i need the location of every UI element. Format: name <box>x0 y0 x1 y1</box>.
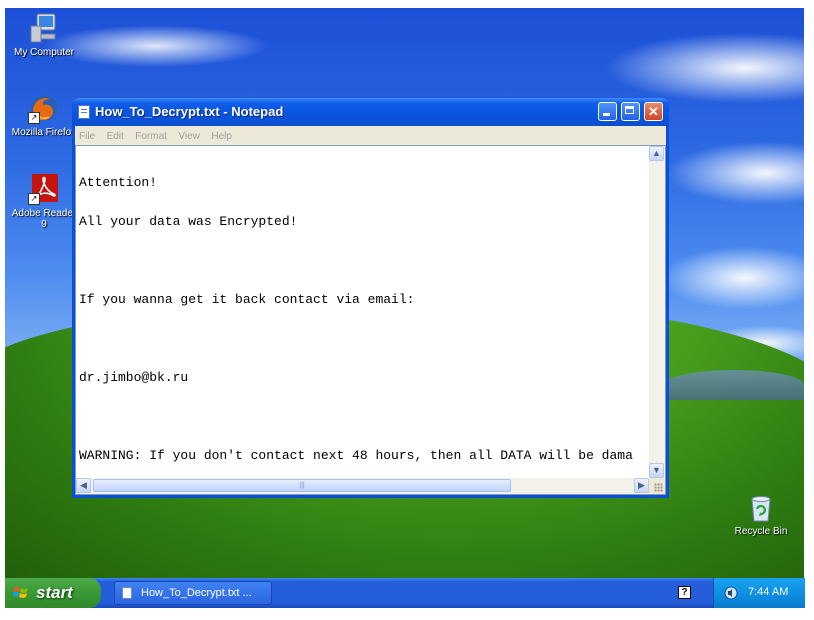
desktop-icon-adobe-reader[interactable]: ↗ Adobe Reader 9 <box>8 173 80 230</box>
text-line: WARNING: If you don't contact next 48 ho… <box>79 448 633 463</box>
chevron-right-icon: ▶ <box>638 480 645 490</box>
adobe-reader-icon: ↗ <box>28 173 60 205</box>
taskbar: start How_To_Decrypt.txt ... ? 7:44 AM <box>5 578 805 608</box>
desktop-icon-label: My Computer <box>13 47 74 58</box>
notepad-window[interactable]: How_To_Decrypt.txt - Notepad ✕ File Edit… <box>72 98 669 498</box>
chevron-up-icon: ▲ <box>652 148 661 158</box>
maximize-button[interactable] <box>621 102 640 121</box>
horizontal-scroll-thumb[interactable]: ||| <box>93 479 511 492</box>
scroll-down-button[interactable]: ▼ <box>649 463 664 478</box>
text-line: Attention! <box>79 175 158 190</box>
close-button[interactable]: ✕ <box>644 102 663 121</box>
chevron-left-icon: ◀ <box>80 480 87 490</box>
desktop-icon-firefox[interactable]: ↗ Mozilla Firefox <box>8 92 80 138</box>
close-icon: ✕ <box>648 104 659 119</box>
horizontal-scrollbar[interactable]: ◀ ||| ▶ <box>76 478 649 494</box>
shortcut-arrow-icon: ↗ <box>28 112 40 124</box>
start-label: start <box>36 583 73 602</box>
taskbar-item-label: How_To_Decrypt.txt ... <box>141 587 252 599</box>
recycle-bin-icon <box>749 494 773 522</box>
notepad-icon <box>122 587 132 599</box>
system-tray: 7:44 AM <box>713 578 805 608</box>
text-line <box>79 410 649 423</box>
start-button[interactable]: start <box>5 578 101 608</box>
recycle-bin-label: Recycle Bin <box>734 526 788 537</box>
vertical-scrollbar[interactable]: ▲ ▼ <box>649 146 665 478</box>
text-line: If you wanna get it back contact via ema… <box>79 292 415 307</box>
text-content[interactable]: Attention! All your data was Encrypted! … <box>78 148 649 478</box>
chevron-down-icon: ▼ <box>652 465 661 475</box>
desktop-icon-my-computer[interactable]: My Computer <box>8 12 80 58</box>
taskbar-item-notepad[interactable]: How_To_Decrypt.txt ... <box>114 581 272 605</box>
notepad-titlebar[interactable]: How_To_Decrypt.txt - Notepad ✕ <box>72 98 669 126</box>
window-title: How_To_Decrypt.txt - Notepad <box>95 104 284 119</box>
text-line <box>79 332 649 345</box>
menu-bar: File Edit Format View Help <box>75 126 666 145</box>
menu-help[interactable]: Help <box>207 128 235 142</box>
windows-flag-icon <box>12 585 29 601</box>
text-line <box>79 254 649 267</box>
notepad-icon <box>78 105 90 119</box>
desktop-icon-recycle-bin[interactable]: Recycle Bin <box>726 494 796 537</box>
desktop-icon-label: Adobe Reader 9 <box>11 208 77 230</box>
menu-file[interactable]: File <box>75 128 98 142</box>
shortcut-arrow-icon: ↗ <box>28 193 40 205</box>
scroll-up-button[interactable]: ▲ <box>649 146 664 161</box>
menu-edit[interactable]: Edit <box>103 128 127 142</box>
text-line: All your data was Encrypted! <box>79 214 298 229</box>
desktop-distant-hills <box>664 370 804 400</box>
clock: 7:44 AM <box>748 586 789 598</box>
firefox-icon: ↗ <box>28 92 60 124</box>
scroll-right-button[interactable]: ▶ <box>634 478 649 493</box>
menu-view[interactable]: View <box>174 128 203 142</box>
computer-icon <box>28 12 60 44</box>
desktop-icon-label: Mozilla Firefox <box>11 127 77 138</box>
minimize-button[interactable] <box>598 102 617 121</box>
volume-icon[interactable] <box>724 586 738 600</box>
resize-grip-icon[interactable] <box>649 478 665 494</box>
menu-format[interactable]: Format <box>131 128 170 142</box>
scroll-left-button[interactable]: ◀ <box>76 478 91 493</box>
help-icon[interactable]: ? <box>678 586 691 599</box>
text-editor[interactable]: Attention! All your data was Encrypted! … <box>75 145 666 495</box>
text-line: dr.jimbo@bk.ru <box>79 370 189 385</box>
